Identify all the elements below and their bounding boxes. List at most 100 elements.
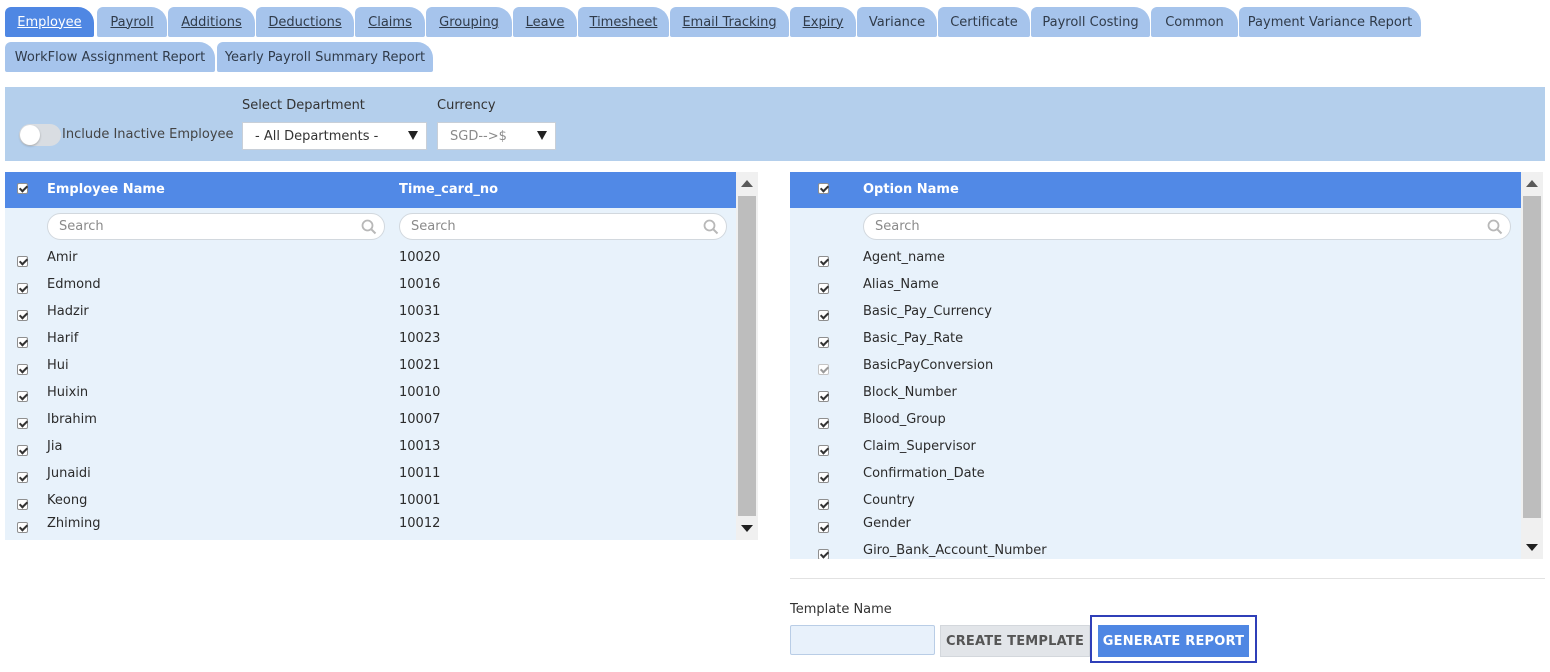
filter-bar: Include Inactive Employee Select Departm… (5, 87, 1545, 161)
tab-timesheet[interactable]: Timesheet (578, 7, 669, 37)
table-row[interactable]: Junaidi 10011 (5, 463, 736, 490)
tab-expiry[interactable]: Expiry (790, 7, 856, 37)
row-checkbox[interactable] (818, 337, 829, 352)
list-item[interactable]: Agent_name (790, 247, 1521, 274)
currency-select[interactable]: SGD-->$ (437, 122, 556, 150)
table-row[interactable]: Jia 10013 (5, 436, 736, 463)
list-item[interactable]: Claim_Supervisor (790, 436, 1521, 463)
time-card-no: 10013 (399, 439, 441, 454)
tab-payroll-costing[interactable]: Payroll Costing (1031, 7, 1150, 37)
row-checkbox[interactable] (17, 364, 28, 379)
row-checkbox[interactable] (818, 418, 829, 433)
tab-deductions[interactable]: Deductions (256, 7, 354, 37)
tab-certificate[interactable]: Certificate (938, 7, 1030, 37)
list-item[interactable]: Block_Number (790, 382, 1521, 409)
select-all-options-checkbox[interactable] (818, 183, 829, 198)
row-checkbox[interactable] (17, 310, 28, 325)
create-template-button[interactable]: CREATE TEMPLATE (940, 625, 1090, 657)
checkbox-checked-icon (17, 499, 28, 510)
scroll-up-arrow-icon[interactable] (741, 180, 753, 187)
employee-grid-scrollbar[interactable] (736, 172, 758, 540)
option-grid-scrollbar[interactable] (1521, 172, 1543, 559)
table-row[interactable]: Hui 10021 (5, 355, 736, 382)
scrollbar-thumb[interactable] (1523, 196, 1541, 518)
row-checkbox[interactable] (17, 391, 28, 406)
tab-grouping[interactable]: Grouping (426, 7, 512, 37)
generate-report-button[interactable]: GENERATE REPORT (1098, 625, 1249, 657)
list-item[interactable]: Giro_Bank_Account_Number (790, 540, 1521, 559)
list-item[interactable]: Alias_Name (790, 274, 1521, 301)
time-card-search-input[interactable]: Search (399, 213, 727, 240)
table-row[interactable]: Harif 10023 (5, 328, 736, 355)
option-name-search-input[interactable]: Search (863, 213, 1511, 240)
table-row[interactable]: Huixin 10010 (5, 382, 736, 409)
employee-filter-row: Search Search (5, 208, 736, 244)
row-checkbox[interactable] (818, 283, 829, 298)
row-checkbox[interactable] (818, 499, 829, 514)
row-checkbox[interactable] (17, 499, 28, 514)
search-placeholder: Search (411, 219, 456, 234)
table-row[interactable]: Edmond 10016 (5, 274, 736, 301)
include-inactive-toggle[interactable] (19, 124, 61, 146)
row-checkbox[interactable] (818, 391, 829, 406)
currency-value: SGD-->$ (450, 128, 507, 144)
list-item[interactable]: Blood_Group (790, 409, 1521, 436)
row-checkbox-disabled (818, 364, 829, 379)
tab-additions[interactable]: Additions (168, 7, 255, 37)
tab-email-tracking[interactable]: Email Tracking (670, 7, 789, 37)
checkbox-checked-icon (818, 472, 829, 483)
caret-down-icon (537, 131, 547, 140)
tab-leave[interactable]: Leave (513, 7, 577, 37)
scroll-down-arrow-icon[interactable] (1526, 544, 1538, 551)
tab-yearly-payroll-summary-report[interactable]: Yearly Payroll Summary Report (217, 42, 433, 72)
employee-name: Hadzir (47, 304, 89, 319)
column-employee-name[interactable]: Employee Name (47, 182, 165, 197)
tab-variance[interactable]: Variance (857, 7, 937, 37)
column-option-name[interactable]: Option Name (863, 182, 959, 197)
checkbox-checked-icon (818, 183, 829, 194)
tab-common[interactable]: Common (1151, 7, 1238, 37)
employee-name-search-input[interactable]: Search (47, 213, 385, 240)
caret-down-icon (408, 131, 418, 140)
option-grid: Option Name Search Agent_name Alias_Name… (790, 172, 1521, 559)
tab-claims[interactable]: Claims (355, 7, 425, 37)
tab-payment-variance-report[interactable]: Payment Variance Report (1239, 7, 1421, 37)
table-row[interactable]: Zhiming 10012 (5, 513, 736, 540)
row-checkbox[interactable] (17, 445, 28, 460)
row-checkbox[interactable] (818, 549, 829, 559)
list-item[interactable]: Gender (790, 513, 1521, 540)
row-checkbox[interactable] (17, 256, 28, 271)
table-row[interactable]: Hadzir 10031 (5, 301, 736, 328)
row-checkbox[interactable] (818, 256, 829, 271)
scroll-down-arrow-icon[interactable] (741, 525, 753, 532)
row-checkbox[interactable] (17, 283, 28, 298)
employee-name: Edmond (47, 277, 101, 292)
option-name: Basic_Pay_Rate (863, 331, 964, 346)
list-item[interactable]: Confirmation_Date (790, 463, 1521, 490)
row-checkbox[interactable] (17, 472, 28, 487)
select-all-employees-checkbox[interactable] (17, 183, 28, 198)
template-name-input[interactable] (790, 625, 935, 655)
list-item[interactable]: Basic_Pay_Currency (790, 301, 1521, 328)
table-row[interactable]: Amir 10020 (5, 247, 736, 274)
tab-payroll[interactable]: Payroll (97, 7, 167, 37)
row-checkbox[interactable] (17, 522, 28, 537)
row-checkbox[interactable] (17, 337, 28, 352)
department-select[interactable]: - All Departments - (242, 122, 427, 150)
table-row[interactable]: Ibrahim 10007 (5, 409, 736, 436)
checkbox-checked-icon (818, 549, 829, 559)
search-placeholder: Search (875, 219, 920, 234)
row-checkbox[interactable] (818, 472, 829, 487)
checkbox-checked-icon (17, 418, 28, 429)
scroll-up-arrow-icon[interactable] (1526, 180, 1538, 187)
tab-employee[interactable]: Employee (5, 7, 94, 37)
column-time-card-no[interactable]: Time_card_no (399, 182, 498, 197)
row-checkbox[interactable] (17, 418, 28, 433)
row-checkbox[interactable] (818, 522, 829, 537)
list-item[interactable]: Basic_Pay_Rate (790, 328, 1521, 355)
scrollbar-thumb[interactable] (738, 196, 756, 516)
row-checkbox[interactable] (818, 445, 829, 460)
tab-workflow-assignment-report[interactable]: WorkFlow Assignment Report (5, 42, 215, 72)
row-checkbox[interactable] (818, 310, 829, 325)
option-name: Gender (863, 516, 911, 531)
